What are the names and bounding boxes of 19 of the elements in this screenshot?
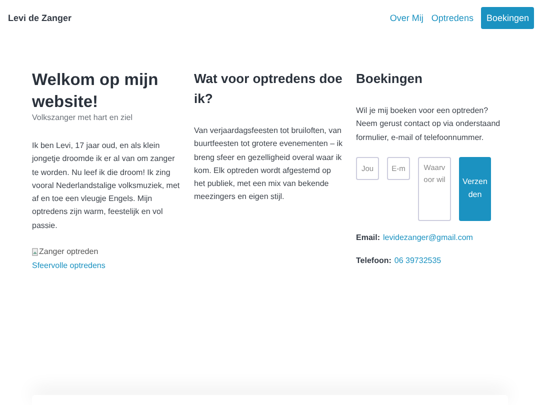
welcome-heading: Welkom op mijn website! [32,70,160,113]
contact-label: Email: [356,232,380,243]
contact-label: Telefoon: [356,256,392,266]
nav-link[interactable]: Over Mij [390,12,424,22]
nav-link[interactable]: Boekingen [481,6,534,28]
site-brand[interactable]: Levi de Zanger [8,12,72,22]
contact-link[interactable]: levidezanger@gmail.com [383,232,473,243]
performances-heading: Wat voor optredens doe ik? [194,70,344,108]
nav-link[interactable]: Optredens [431,12,474,22]
performances-paragraph: Van verjaardagsfeesten tot bruiloften, van buurtfeesten tot grotere evenementen – ik breng sfeer en gezelligheid overal waar ik kom. Elk optreden wordt afgestemd op het publiek, met een mix van bekende meezingers en eigen stijl. [194,125,344,204]
broken-image-icon [32,248,38,256]
contact-link[interactable]: 06 39732535 [394,256,442,266]
about-paragraph: Ik ben Levi, 17 jaar oud, en als klein jongetje droomde ik er al van om zanger te worden. Nu leef ik die droom! Ik zing vooral Nederlandstalige volksmuziek, met af en toe een vleugje Engels. Mijn optredens zijn warm, feestelijk en vol passie. [32,140,181,232]
image-alt-text: Zanger optreden [39,247,98,256]
bookings-paragraph: Wil je mij boeken voor een optreden? Neem gerust contact op via onderstaand formulier, e-mail of telefoonnummer. [356,105,502,144]
subtitle: Volkszanger met hart en ziel [32,113,134,122]
send-button[interactable]: Verzenden [459,156,491,221]
performances-link[interactable]: Sfeervolle optredens [32,261,182,270]
bookings-heading: Boekingen [356,70,424,88]
